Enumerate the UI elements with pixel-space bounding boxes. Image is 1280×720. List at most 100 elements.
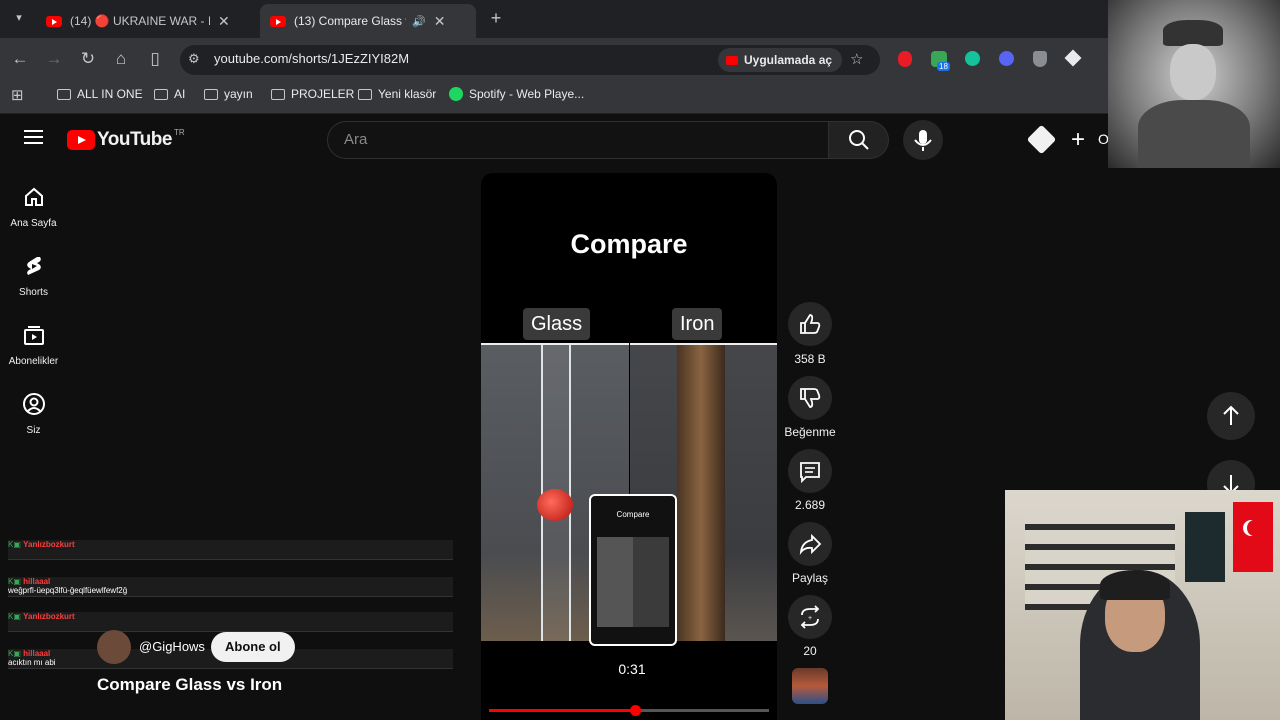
tab-ukraine-war[interactable]: (14) 🔴 UKRAINE WAR - Interna ✕ [36, 4, 258, 38]
grammarly-icon[interactable] [965, 51, 980, 66]
bookmark-label: Spotify - Web Playe... [469, 87, 585, 101]
extension-red-icon[interactable] [898, 51, 912, 67]
dislike-button[interactable] [788, 376, 832, 420]
audio-playing-icon[interactable]: 🔊 [412, 15, 426, 28]
sound-thumbnail[interactable] [792, 668, 828, 704]
bookmark-ai[interactable]: AI [154, 87, 185, 101]
flag-crescent-cut [1247, 520, 1261, 536]
dark-flag-shape [1185, 512, 1225, 582]
chat-badge-icon: K▣ [8, 612, 21, 621]
sidebar-item-you[interactable]: Siz [0, 392, 67, 436]
sidebar-item-label: Abonelikler [8, 356, 59, 367]
youtube-logo[interactable]: YouTube TR [67, 127, 185, 151]
thumbs-down-icon [800, 388, 821, 408]
share-icon [799, 533, 822, 555]
tab-search-icon[interactable]: ▾ [8, 7, 30, 29]
folder-icon [358, 88, 372, 100]
bookmark-projeler[interactable]: PROJELER [271, 87, 354, 101]
share-button[interactable] [788, 522, 832, 566]
bookmark-label: PROJELER [291, 87, 355, 101]
remix-count: 20 [803, 644, 817, 658]
sidebar-item-home[interactable]: Ana Sayfa [0, 185, 67, 229]
bookmark-label: AI [174, 87, 186, 101]
close-tab-icon[interactable]: ✕ [218, 13, 230, 30]
progress-fill [489, 709, 635, 712]
chat-username: hillaaal [23, 649, 51, 658]
bookmark-label: Yeni klasör [378, 87, 437, 101]
svg-text:+: + [808, 615, 812, 622]
folder-icon [271, 88, 285, 100]
turkish-flag-shape [1233, 502, 1273, 572]
close-tab-icon[interactable]: ✕ [434, 13, 446, 30]
region-code: TR [173, 127, 185, 137]
bookmark-yayin[interactable]: yayın [204, 87, 253, 101]
portrait-cap [1163, 20, 1223, 46]
open-in-app-label: Uygulamada aç [744, 53, 833, 67]
bookmark-label: ALL IN ONE [77, 87, 143, 101]
arrow-up-icon [1223, 405, 1239, 425]
back-icon[interactable]: ← [9, 48, 31, 70]
chat-message: K▣ Yanlızbozkurt [8, 540, 453, 560]
previous-short-button[interactable] [1207, 392, 1255, 440]
bookmark-yeni-klasor[interactable]: Yeni klasör [358, 87, 436, 101]
channel-avatar[interactable] [97, 630, 131, 664]
video-heading: Compare [570, 229, 688, 259]
forward-icon[interactable]: → [43, 48, 65, 70]
portrait-uniform [1138, 100, 1250, 168]
url-text[interactable]: youtube.com/shorts/1JEzZIYI82M [214, 51, 409, 66]
iron-rod-shape [677, 345, 725, 641]
open-in-app-button[interactable]: Uygulamada aç [718, 48, 843, 72]
comments-button[interactable] [788, 449, 832, 493]
microphone-icon [914, 130, 932, 151]
bookmark-star-icon[interactable]: ☆ [850, 50, 863, 68]
portrait-face [1170, 44, 1216, 100]
shield-extension-icon[interactable] [1033, 51, 1047, 67]
youtube-favicon-icon [270, 15, 286, 27]
remix-button[interactable]: + [788, 595, 832, 639]
site-info-icon[interactable]: ⚙ [188, 51, 200, 67]
share-label: Paylaş [791, 571, 829, 585]
home-icon[interactable]: ⌂ [110, 48, 132, 70]
like-button[interactable] [788, 302, 832, 346]
new-tab-icon[interactable]: + [485, 7, 507, 29]
chat-username: Yanlızbozkurt [23, 612, 75, 621]
sidebar-item-label: Shorts [19, 287, 48, 298]
voice-search-button[interactable] [903, 120, 943, 160]
you-icon [22, 393, 45, 415]
search-input[interactable]: Ara [327, 121, 829, 159]
split-view-icon[interactable]: ▯ [144, 48, 166, 70]
bookmark-spotify[interactable]: Spotify - Web Playe... [449, 87, 584, 101]
chat-username: Yanlızbozkurt [23, 540, 75, 549]
progress-handle[interactable] [629, 705, 641, 716]
bookmark-label: yayın [224, 87, 253, 101]
sidebar-item-label: Siz [26, 425, 41, 436]
sidebar-item-subscriptions[interactable]: Abonelikler [0, 323, 67, 367]
subscribe-button[interactable]: Abone ol [211, 632, 295, 662]
apps-grid-icon[interactable]: ⊞ [11, 86, 24, 104]
create-plus-icon[interactable]: + [1071, 126, 1085, 154]
search-button[interactable] [829, 121, 889, 159]
folder-icon [154, 88, 168, 100]
remix-icon: + [800, 605, 820, 629]
tab-title: (14) 🔴 UKRAINE WAR - Interna [70, 14, 210, 28]
cast-shape-icon[interactable] [1026, 124, 1057, 155]
menu-hamburger-icon[interactable] [24, 130, 43, 144]
tab-compare-glass[interactable]: (13) Compare Glass vs Iron 🔊 ✕ [260, 4, 476, 38]
subscriptions-icon [23, 326, 44, 345]
progress-bar[interactable] [489, 705, 769, 716]
bookmark-all-in-one[interactable]: ALL IN ONE [57, 87, 143, 101]
short-title[interactable]: Compare Glass vs Iron [97, 675, 282, 695]
chat-text: weğprfl-üepq3lfü-ğeqlfüewlfewf2ğ [8, 586, 128, 595]
youtube-favicon-icon [46, 15, 62, 27]
menu-line [24, 136, 43, 138]
shorts-video-player[interactable]: Compare Glass Iron Compare 0:31 [481, 173, 777, 720]
chat-badge-icon: K▣ [8, 577, 21, 586]
search-icon [849, 130, 869, 150]
discord-icon[interactable] [999, 51, 1014, 66]
channel-name[interactable]: @GigHows [139, 639, 205, 654]
thumbnail-title: Compare [616, 510, 650, 519]
chat-badge-icon: K▣ [8, 649, 21, 658]
reload-icon[interactable]: ↻ [77, 48, 99, 70]
webcam-overlay [1005, 490, 1280, 720]
sidebar-item-shorts[interactable]: Shorts [0, 254, 67, 298]
